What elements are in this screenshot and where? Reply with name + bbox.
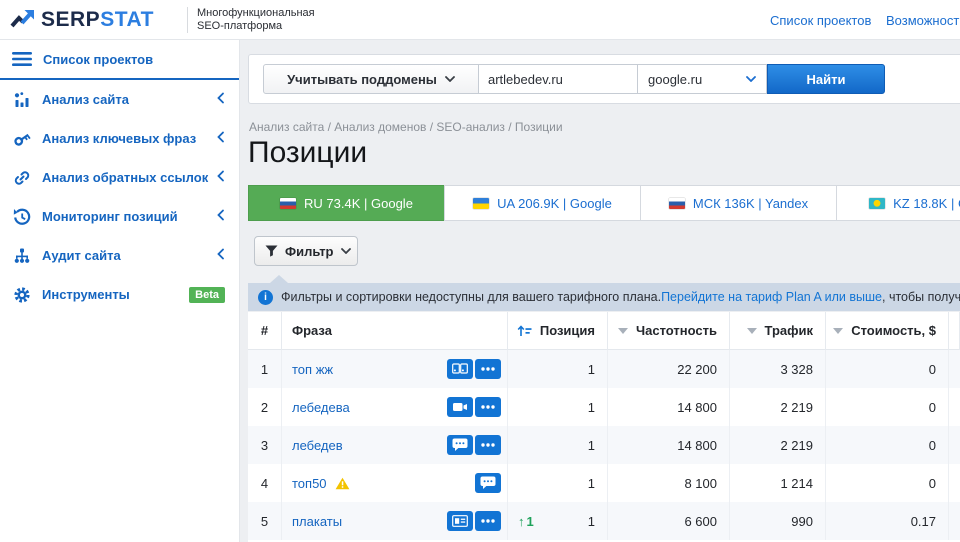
flag-kz-icon	[869, 198, 885, 209]
nav-projects-link[interactable]: Список проектов	[770, 13, 871, 28]
region-tabs: RU 73.4K | Google UA 206.9K | Google МСК…	[248, 185, 960, 221]
subdomains-dropdown[interactable]: Учитывать поддомены	[263, 64, 479, 94]
main-content: Учитывать поддомены google.ru Найти Анал…	[240, 40, 960, 542]
col-header-cost[interactable]: Стоимость, $	[826, 312, 949, 350]
serp-features	[447, 359, 501, 379]
hamburger-menu-icon[interactable]	[12, 51, 32, 67]
nav-features-link[interactable]: Возможности	[886, 13, 960, 28]
sidebar-item-site-analysis[interactable]: Анализ сайта	[0, 80, 239, 119]
info-icon: i	[258, 290, 273, 305]
sidebar-header-label: Список проектов	[43, 52, 153, 67]
serp-features	[447, 511, 501, 531]
more-icon[interactable]	[475, 435, 501, 455]
sidebar-item-backlinks-analysis[interactable]: Анализ обратных ссылок	[0, 158, 239, 197]
search-button[interactable]: Найти	[767, 64, 885, 94]
phrase-link[interactable]: плакаты	[292, 514, 342, 529]
breadcrumb[interactable]: Анализ сайта / Анализ доменов / SEO-анал…	[249, 120, 563, 134]
table-row: 1 топ жж	[248, 350, 960, 388]
plan-notice-banner: i Фильтры и сортировки недоступны для ва…	[248, 283, 960, 311]
triangle-down-icon[interactable]	[833, 328, 843, 334]
chevron-down-icon	[445, 76, 455, 82]
sidebar-projects-header[interactable]: Список проектов	[0, 40, 239, 80]
chevron-down-icon	[746, 76, 756, 82]
chevron-left-icon[interactable]	[217, 130, 225, 148]
search-engine-select[interactable]: google.ru	[638, 64, 767, 94]
images-icon[interactable]	[447, 359, 473, 379]
beta-badge: Beta	[189, 287, 225, 303]
chevron-left-icon[interactable]	[217, 247, 225, 265]
chevron-down-icon	[341, 248, 351, 254]
table-row: 3 лебедев	[248, 426, 960, 464]
keyword-icon	[12, 129, 31, 148]
comment-icon[interactable]	[447, 435, 473, 455]
flag-ua-icon	[473, 198, 489, 209]
domain-search-input[interactable]	[479, 64, 638, 94]
more-icon[interactable]	[475, 511, 501, 531]
site-audit-icon	[12, 246, 31, 265]
tab-kz-google[interactable]: KZ 18.8K | Google	[836, 185, 960, 221]
flag-ru-icon	[669, 198, 685, 209]
rank-monitoring-icon	[12, 207, 31, 226]
serp-features	[447, 435, 501, 455]
col-header-position[interactable]: Позиция	[508, 312, 608, 350]
phrase-link[interactable]: топ жж	[292, 362, 333, 377]
tab-ua-google[interactable]: UA 206.9K | Google	[444, 185, 641, 221]
warning-icon[interactable]	[335, 477, 350, 490]
col-header-traffic[interactable]: Трафик	[730, 312, 826, 350]
chevron-left-icon[interactable]	[217, 169, 225, 187]
table-header-row: # Фраза Позиция Частотность	[248, 312, 960, 350]
flag-ru-icon	[280, 198, 296, 209]
col-header-phrase[interactable]: Фраза	[282, 312, 508, 350]
phrase-link[interactable]: лебедев	[292, 438, 343, 453]
serp-features	[475, 473, 501, 493]
site-analysis-icon	[12, 90, 31, 109]
tools-gear-icon	[12, 285, 31, 304]
notice-pointer	[270, 275, 288, 283]
knowledge-card-icon[interactable]	[447, 511, 473, 531]
funnel-icon	[265, 245, 278, 257]
serpstat-app: SERPSTAT Многофункциональная SEO-платфор…	[0, 0, 960, 542]
positions-table: # Фраза Позиция Частотность	[248, 312, 960, 542]
triangle-down-icon[interactable]	[618, 328, 628, 334]
search-card: Учитывать поддомены google.ru Найти	[248, 54, 960, 104]
video-icon[interactable]	[447, 397, 473, 417]
col-header-volume[interactable]: Частотность	[608, 312, 730, 350]
col-header-filler	[949, 312, 960, 350]
sidebar-item-tools[interactable]: Инструменты Beta	[0, 275, 239, 314]
sort-ascending-icon[interactable]	[517, 324, 532, 337]
serp-features	[447, 397, 501, 417]
comment-icon[interactable]	[475, 473, 501, 493]
chevron-left-icon[interactable]	[217, 91, 225, 109]
table-row: 2 лебедева	[248, 388, 960, 426]
chevron-left-icon[interactable]	[217, 208, 225, 226]
search-row: Учитывать поддомены google.ru Найти	[263, 64, 885, 94]
page-title: Позиции	[248, 136, 367, 170]
more-icon[interactable]	[475, 359, 501, 379]
top-header: SERPSTAT Многофункциональная SEO-платфор…	[0, 0, 960, 40]
phrase-link[interactable]: топ50	[292, 476, 327, 491]
col-header-num[interactable]: #	[248, 312, 282, 350]
sidebar-item-rank-monitoring[interactable]: Мониторинг позиций	[0, 197, 239, 236]
sidebar-item-site-audit[interactable]: Аудит сайта	[0, 236, 239, 275]
table-row: 4 топ50	[248, 464, 960, 502]
tab-ru-google[interactable]: RU 73.4K | Google	[248, 185, 445, 221]
phrase-link[interactable]: лебедева	[292, 400, 350, 415]
arrow-up-icon: ↑	[518, 514, 525, 529]
triangle-down-icon[interactable]	[747, 328, 757, 334]
top-nav: Список проектов Возможности	[0, 0, 960, 40]
more-icon[interactable]	[475, 397, 501, 417]
upgrade-plan-link[interactable]: Перейдите на тариф Plan A или выше	[661, 290, 882, 304]
tab-msk-yandex[interactable]: МСК 136K | Yandex	[640, 185, 837, 221]
sidebar: Список проектов Анализ сайта	[0, 40, 240, 542]
backlinks-icon	[12, 168, 31, 187]
table-row: 5 плакаты	[248, 502, 960, 540]
filter-button[interactable]: Фильтр	[254, 236, 358, 266]
sidebar-item-keyword-analysis[interactable]: Анализ ключевых фраз	[0, 119, 239, 158]
position-change: ↑1	[518, 514, 534, 529]
